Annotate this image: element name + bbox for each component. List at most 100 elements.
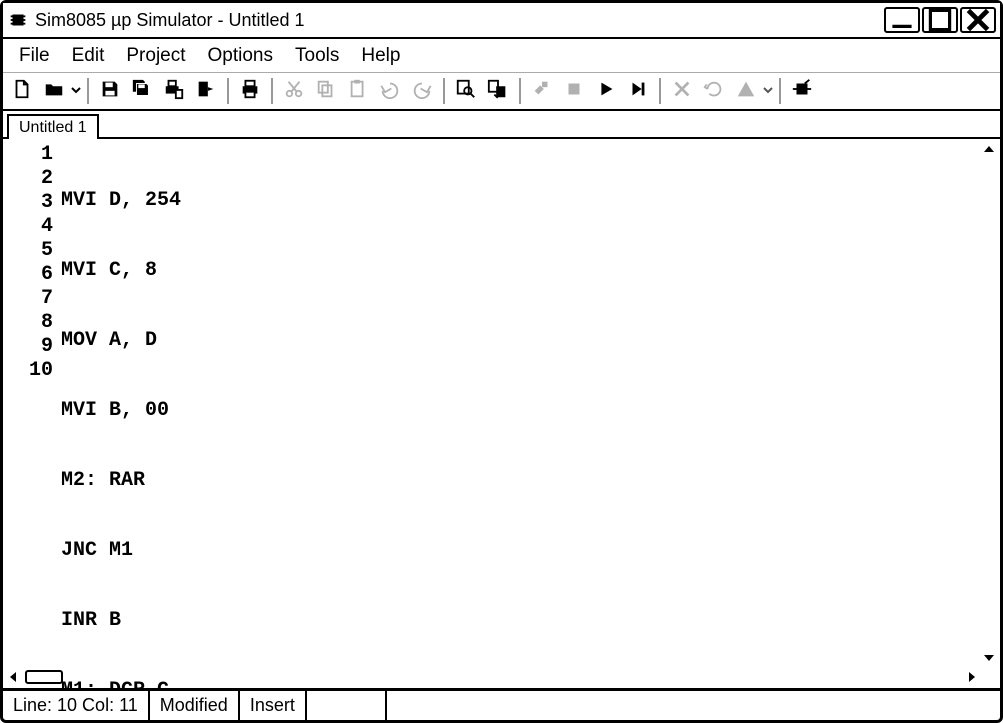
line-number: 6 (5, 263, 53, 287)
replace-icon (487, 78, 509, 105)
cut-icon (283, 78, 305, 105)
code-line[interactable]: INR B (61, 609, 998, 633)
code-line[interactable]: M2: RAR (61, 469, 998, 493)
menu-tools[interactable]: Tools (285, 41, 349, 71)
separator (519, 78, 521, 104)
code-line[interactable]: MVI B, 00 (61, 399, 998, 423)
step-icon (627, 78, 649, 105)
menu-file[interactable]: File (9, 41, 60, 71)
line-number: 10 (5, 359, 53, 383)
new-file-icon (11, 78, 33, 105)
assemble-button[interactable] (527, 76, 557, 106)
save-all-button[interactable] (127, 76, 157, 106)
line-number: 5 (5, 239, 53, 263)
close-button[interactable] (960, 7, 996, 33)
code-line[interactable]: MOV A, D (61, 329, 998, 353)
copy-button[interactable] (311, 76, 341, 106)
search-icon (455, 78, 477, 105)
window-controls (884, 7, 996, 33)
status-modified: Modified (150, 691, 240, 720)
undo-button[interactable] (375, 76, 405, 106)
code-line[interactable]: JNC M1 (61, 539, 998, 563)
print-button[interactable] (235, 76, 265, 106)
stop-button[interactable] (559, 76, 589, 106)
line-number: 9 (5, 335, 53, 359)
open-file-button[interactable] (39, 76, 69, 106)
save-all-icon (131, 78, 153, 105)
separator (443, 78, 445, 104)
minimize-button[interactable] (884, 7, 920, 33)
titlebar: Sim8085 µp Simulator - Untitled 1 (3, 3, 1000, 39)
line-number: 3 (5, 191, 53, 215)
alert-button[interactable] (731, 76, 761, 106)
line-gutter: 1 2 3 4 5 6 7 8 9 10 (3, 139, 59, 688)
reload-button[interactable] (699, 76, 729, 106)
window-title: Sim8085 µp Simulator - Untitled 1 (35, 10, 884, 31)
vertical-scrollbar[interactable] (980, 141, 998, 666)
toolbar (3, 73, 1000, 111)
line-number: 8 (5, 311, 53, 335)
triangle-icon (735, 78, 757, 105)
alert-dropdown-button[interactable] (763, 82, 773, 100)
line-number: 4 (5, 215, 53, 239)
menubar: File Edit Project Options Tools Help (3, 39, 1000, 73)
line-number: 7 (5, 287, 53, 311)
status-position: Line: 10 Col: 11 (3, 691, 150, 720)
code-line[interactable]: MVI C, 8 (61, 259, 998, 283)
code-area[interactable]: MVI D, 254 MVI C, 8 MOV A, D MVI B, 00 M… (59, 139, 1000, 688)
status-insert: Insert (240, 691, 307, 720)
tabbar: Untitled 1 (3, 111, 1000, 139)
chevron-down-icon (763, 82, 773, 100)
chevron-down-icon (71, 82, 81, 100)
menu-options[interactable]: Options (198, 41, 283, 71)
exit-button[interactable] (191, 76, 221, 106)
horizontal-scrollbar[interactable] (5, 668, 980, 686)
scroll-left-icon[interactable] (5, 669, 21, 685)
step-button[interactable] (623, 76, 653, 106)
menu-edit[interactable]: Edit (62, 41, 115, 71)
separator (271, 78, 273, 104)
separator (779, 78, 781, 104)
tab-untitled1[interactable]: Untitled 1 (7, 114, 99, 139)
open-dropdown-button[interactable] (71, 82, 81, 100)
run-button[interactable] (591, 76, 621, 106)
code-editor[interactable]: 1 2 3 4 5 6 7 8 9 10 MVI D, 254 MVI C, 8… (3, 139, 1000, 688)
line-number: 2 (5, 167, 53, 191)
x-icon (671, 78, 693, 105)
code-line[interactable]: MVI D, 254 (61, 189, 998, 213)
status-empty (307, 691, 387, 720)
exit-icon (195, 78, 217, 105)
cut-button[interactable] (279, 76, 309, 106)
statusbar: Line: 10 Col: 11 Modified Insert (3, 688, 1000, 720)
debug-button[interactable] (787, 76, 817, 106)
save-icon (99, 78, 121, 105)
printer-icon (239, 78, 261, 105)
status-spacer (387, 691, 1000, 720)
cancel-button[interactable] (667, 76, 697, 106)
scroll-thumb[interactable] (25, 670, 63, 684)
menu-help[interactable]: Help (351, 41, 410, 71)
find-button[interactable] (451, 76, 481, 106)
printer-page-icon (163, 78, 185, 105)
redo-button[interactable] (407, 76, 437, 106)
menu-project[interactable]: Project (116, 41, 195, 71)
redo-icon (411, 78, 433, 105)
separator (87, 78, 89, 104)
print-setup-button[interactable] (159, 76, 189, 106)
paste-button[interactable] (343, 76, 373, 106)
separator (659, 78, 661, 104)
scroll-down-icon[interactable] (981, 650, 997, 666)
app-icon (7, 9, 29, 31)
line-number: 1 (5, 143, 53, 167)
app-window: Sim8085 µp Simulator - Untitled 1 File E… (0, 0, 1003, 723)
scroll-up-icon[interactable] (981, 141, 997, 157)
undo-icon (379, 78, 401, 105)
play-icon (595, 78, 617, 105)
separator (227, 78, 229, 104)
paste-icon (347, 78, 369, 105)
maximize-button[interactable] (922, 7, 958, 33)
replace-button[interactable] (483, 76, 513, 106)
save-button[interactable] (95, 76, 125, 106)
scroll-right-icon[interactable] (964, 669, 980, 685)
new-file-button[interactable] (7, 76, 37, 106)
